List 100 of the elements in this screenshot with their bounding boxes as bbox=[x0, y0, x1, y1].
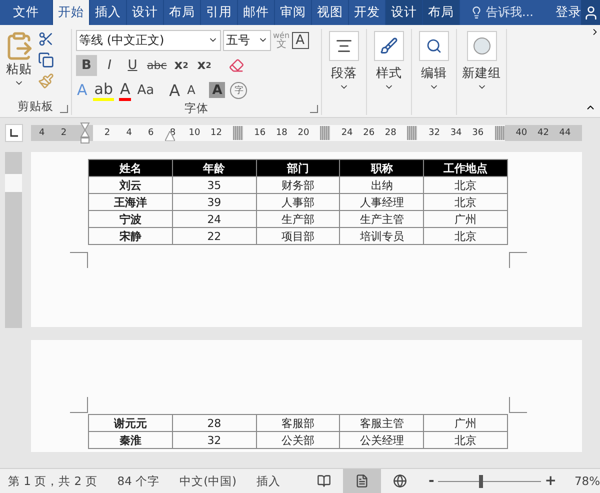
ruler-number: 4 bbox=[126, 128, 132, 138]
ribbon-tab[interactable]: 布局 bbox=[423, 0, 460, 25]
page-count[interactable]: 第 1 页，共 2 页 bbox=[8, 474, 98, 488]
table-cell: 22 bbox=[172, 228, 256, 244]
character-border-button[interactable]: A bbox=[292, 32, 309, 48]
column-header: 姓名 bbox=[88, 160, 172, 176]
tell-me-field[interactable]: 告诉我... bbox=[470, 0, 534, 25]
document-icon bbox=[354, 474, 369, 488]
font-effect-button[interactable]: ab bbox=[93, 80, 114, 100]
paste-button[interactable]: 粘贴 bbox=[4, 29, 34, 99]
format-button[interactable]: abc bbox=[145, 54, 169, 76]
ribbon-tab[interactable]: 设计 bbox=[386, 0, 423, 25]
align-center-icon bbox=[335, 37, 353, 55]
ruler-number: 42 bbox=[538, 128, 549, 138]
table-cell: 北京 bbox=[424, 432, 508, 448]
lightbulb-icon bbox=[470, 6, 483, 19]
table-cell: 北京 bbox=[424, 194, 508, 210]
table-cell: 广州 bbox=[424, 414, 508, 432]
table-cell: 生产主管 bbox=[340, 210, 424, 228]
ribbon-group-button[interactable]: 新建组 bbox=[457, 29, 506, 92]
ruler-number: 20 bbox=[298, 128, 310, 138]
word-count[interactable]: 84 个字 bbox=[117, 474, 160, 488]
ruler-number: 40 bbox=[516, 128, 528, 138]
ribbon-group-button[interactable]: 样式 bbox=[367, 29, 411, 92]
view-button[interactable] bbox=[342, 469, 381, 493]
ruler-number: 32 bbox=[428, 128, 440, 138]
table-cell: 人事经理 bbox=[340, 194, 424, 210]
ribbon-group-button[interactable]: 编辑 bbox=[412, 29, 456, 92]
user-button[interactable] bbox=[581, 0, 600, 25]
book-icon bbox=[316, 474, 331, 488]
tab-stop-icon bbox=[10, 129, 18, 137]
column-marker[interactable] bbox=[494, 126, 505, 140]
zoom-thumb[interactable] bbox=[479, 474, 484, 488]
eraser-icon[interactable] bbox=[228, 58, 244, 72]
table-cell: 广州 bbox=[424, 210, 508, 228]
column-header: 职称 bbox=[340, 160, 424, 176]
character-shading-button[interactable]: A bbox=[209, 82, 226, 98]
table-cell: 财务部 bbox=[256, 176, 340, 194]
scissors-icon[interactable] bbox=[38, 31, 54, 47]
format-button[interactable]: I bbox=[99, 54, 120, 76]
ruler-number: 2 bbox=[60, 128, 67, 138]
column-marker[interactable] bbox=[320, 126, 330, 140]
table-cell: 28 bbox=[172, 414, 256, 432]
table-cell: 39 bbox=[172, 194, 256, 210]
table-cell: 刘云 bbox=[88, 176, 172, 194]
user-icon bbox=[582, 4, 599, 20]
column-marker[interactable] bbox=[233, 126, 244, 140]
table-cell: 人事部 bbox=[256, 194, 340, 210]
ribbon-tab[interactable]: 开始 bbox=[53, 0, 90, 25]
format-button[interactable]: U bbox=[122, 54, 143, 76]
launcher-icon[interactable] bbox=[310, 105, 318, 113]
font-size-button[interactable]: A bbox=[186, 80, 196, 100]
enclose-character-button[interactable]: 字 bbox=[230, 82, 248, 98]
font-size-button[interactable]: A bbox=[168, 80, 182, 100]
table-cell: 35 bbox=[172, 176, 256, 194]
group-label: 剪贴板 bbox=[18, 99, 54, 113]
table-cell: 出纳 bbox=[340, 176, 424, 194]
ribbon-group-button[interactable]: 段落 bbox=[322, 29, 366, 92]
table-cell: 王海洋 bbox=[88, 194, 172, 210]
copy-icon[interactable] bbox=[38, 52, 54, 68]
column-marker[interactable] bbox=[407, 126, 418, 140]
table-cell: 客服主管 bbox=[340, 414, 424, 432]
tab-selector[interactable] bbox=[5, 124, 23, 142]
ruler-number: 18 bbox=[276, 128, 288, 138]
insert-mode[interactable]: 插入 bbox=[256, 474, 281, 488]
zoom-in-button[interactable]: + bbox=[540, 473, 560, 489]
ruler-number: 6 bbox=[148, 128, 154, 138]
crop-mark bbox=[509, 252, 527, 268]
group-label: 字体 bbox=[184, 101, 208, 115]
table-cell: 宋静 bbox=[88, 228, 172, 244]
table-cell: 秦淮 bbox=[88, 432, 172, 448]
column-header: 工作地点 bbox=[424, 160, 508, 176]
format-button[interactable]: x$^{2}$ bbox=[194, 54, 215, 76]
ruler-number: 16 bbox=[254, 128, 266, 138]
indent-marker-icon[interactable] bbox=[80, 122, 90, 144]
format-button[interactable]: B bbox=[76, 54, 97, 76]
sign-in-link[interactable]: 登录 bbox=[555, 0, 582, 25]
ruler-number: 36 bbox=[472, 128, 484, 138]
font-effect-button[interactable]: Aa bbox=[136, 80, 156, 100]
crop-mark bbox=[509, 397, 527, 413]
table-cell: 项目部 bbox=[256, 228, 340, 244]
launcher-icon[interactable] bbox=[60, 105, 68, 113]
table-cell: 培训专员 bbox=[340, 228, 424, 244]
font-name-field[interactable]: 等线 (中文正文) bbox=[76, 30, 221, 50]
circle-icon bbox=[472, 37, 490, 55]
table-cell: 24 bbox=[172, 210, 256, 228]
table-cell: 公关经理 bbox=[340, 432, 424, 448]
font-effect-button[interactable]: A bbox=[118, 80, 132, 100]
table-cell: 北京 bbox=[424, 228, 508, 244]
zoom-percent[interactable]: 78% bbox=[574, 474, 600, 488]
table-cell: 客服部 bbox=[256, 414, 340, 432]
column-header: 年龄 bbox=[172, 160, 256, 176]
font-size-field[interactable]: 五号 bbox=[223, 30, 271, 50]
zoom-out-button[interactable]: - bbox=[424, 473, 438, 489]
search-icon bbox=[426, 38, 442, 54]
table-cell: 宁波 bbox=[88, 210, 172, 228]
brush-icon bbox=[380, 37, 398, 55]
table-cell: 北京 bbox=[424, 176, 508, 194]
language-status[interactable]: 中文(中国) bbox=[180, 474, 237, 488]
ruler-number: 34 bbox=[450, 128, 462, 138]
